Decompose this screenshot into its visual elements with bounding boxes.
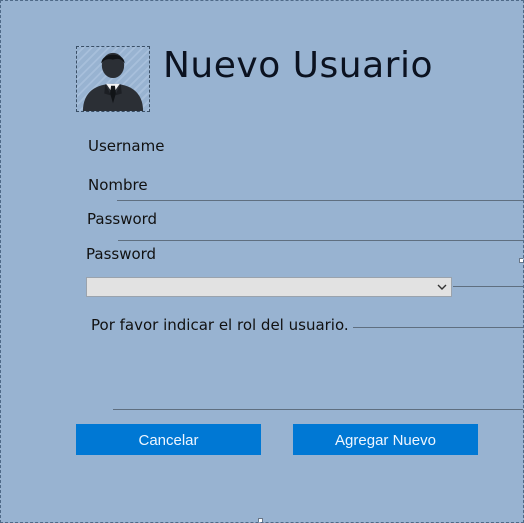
page-title: Nuevo Usuario	[163, 45, 433, 86]
user-avatar	[76, 46, 150, 112]
new-user-form: Nuevo Usuario Username Nombre Password P…	[0, 0, 524, 523]
resize-handle-bottom[interactable]	[258, 518, 263, 522]
add-user-button[interactable]: Agregar Nuevo	[293, 424, 478, 455]
user-icon	[82, 52, 144, 111]
role-select[interactable]	[86, 277, 452, 297]
chevron-down-icon	[437, 284, 447, 290]
nombre-label: Nombre	[88, 176, 148, 194]
password-confirm-label: Password	[86, 245, 157, 263]
cancel-button[interactable]: Cancelar	[76, 424, 261, 455]
username-label: Username	[88, 137, 165, 155]
resize-handle-right[interactable]	[519, 258, 523, 263]
role-hint-divider	[353, 327, 523, 328]
password-confirm-input[interactable]	[453, 286, 523, 287]
notes-input[interactable]	[113, 409, 523, 410]
role-hint: Por favor indicar el rol del usuario.	[91, 316, 349, 334]
password-input[interactable]	[118, 240, 523, 241]
password-label: Password	[87, 210, 158, 228]
nombre-input[interactable]	[117, 200, 523, 201]
